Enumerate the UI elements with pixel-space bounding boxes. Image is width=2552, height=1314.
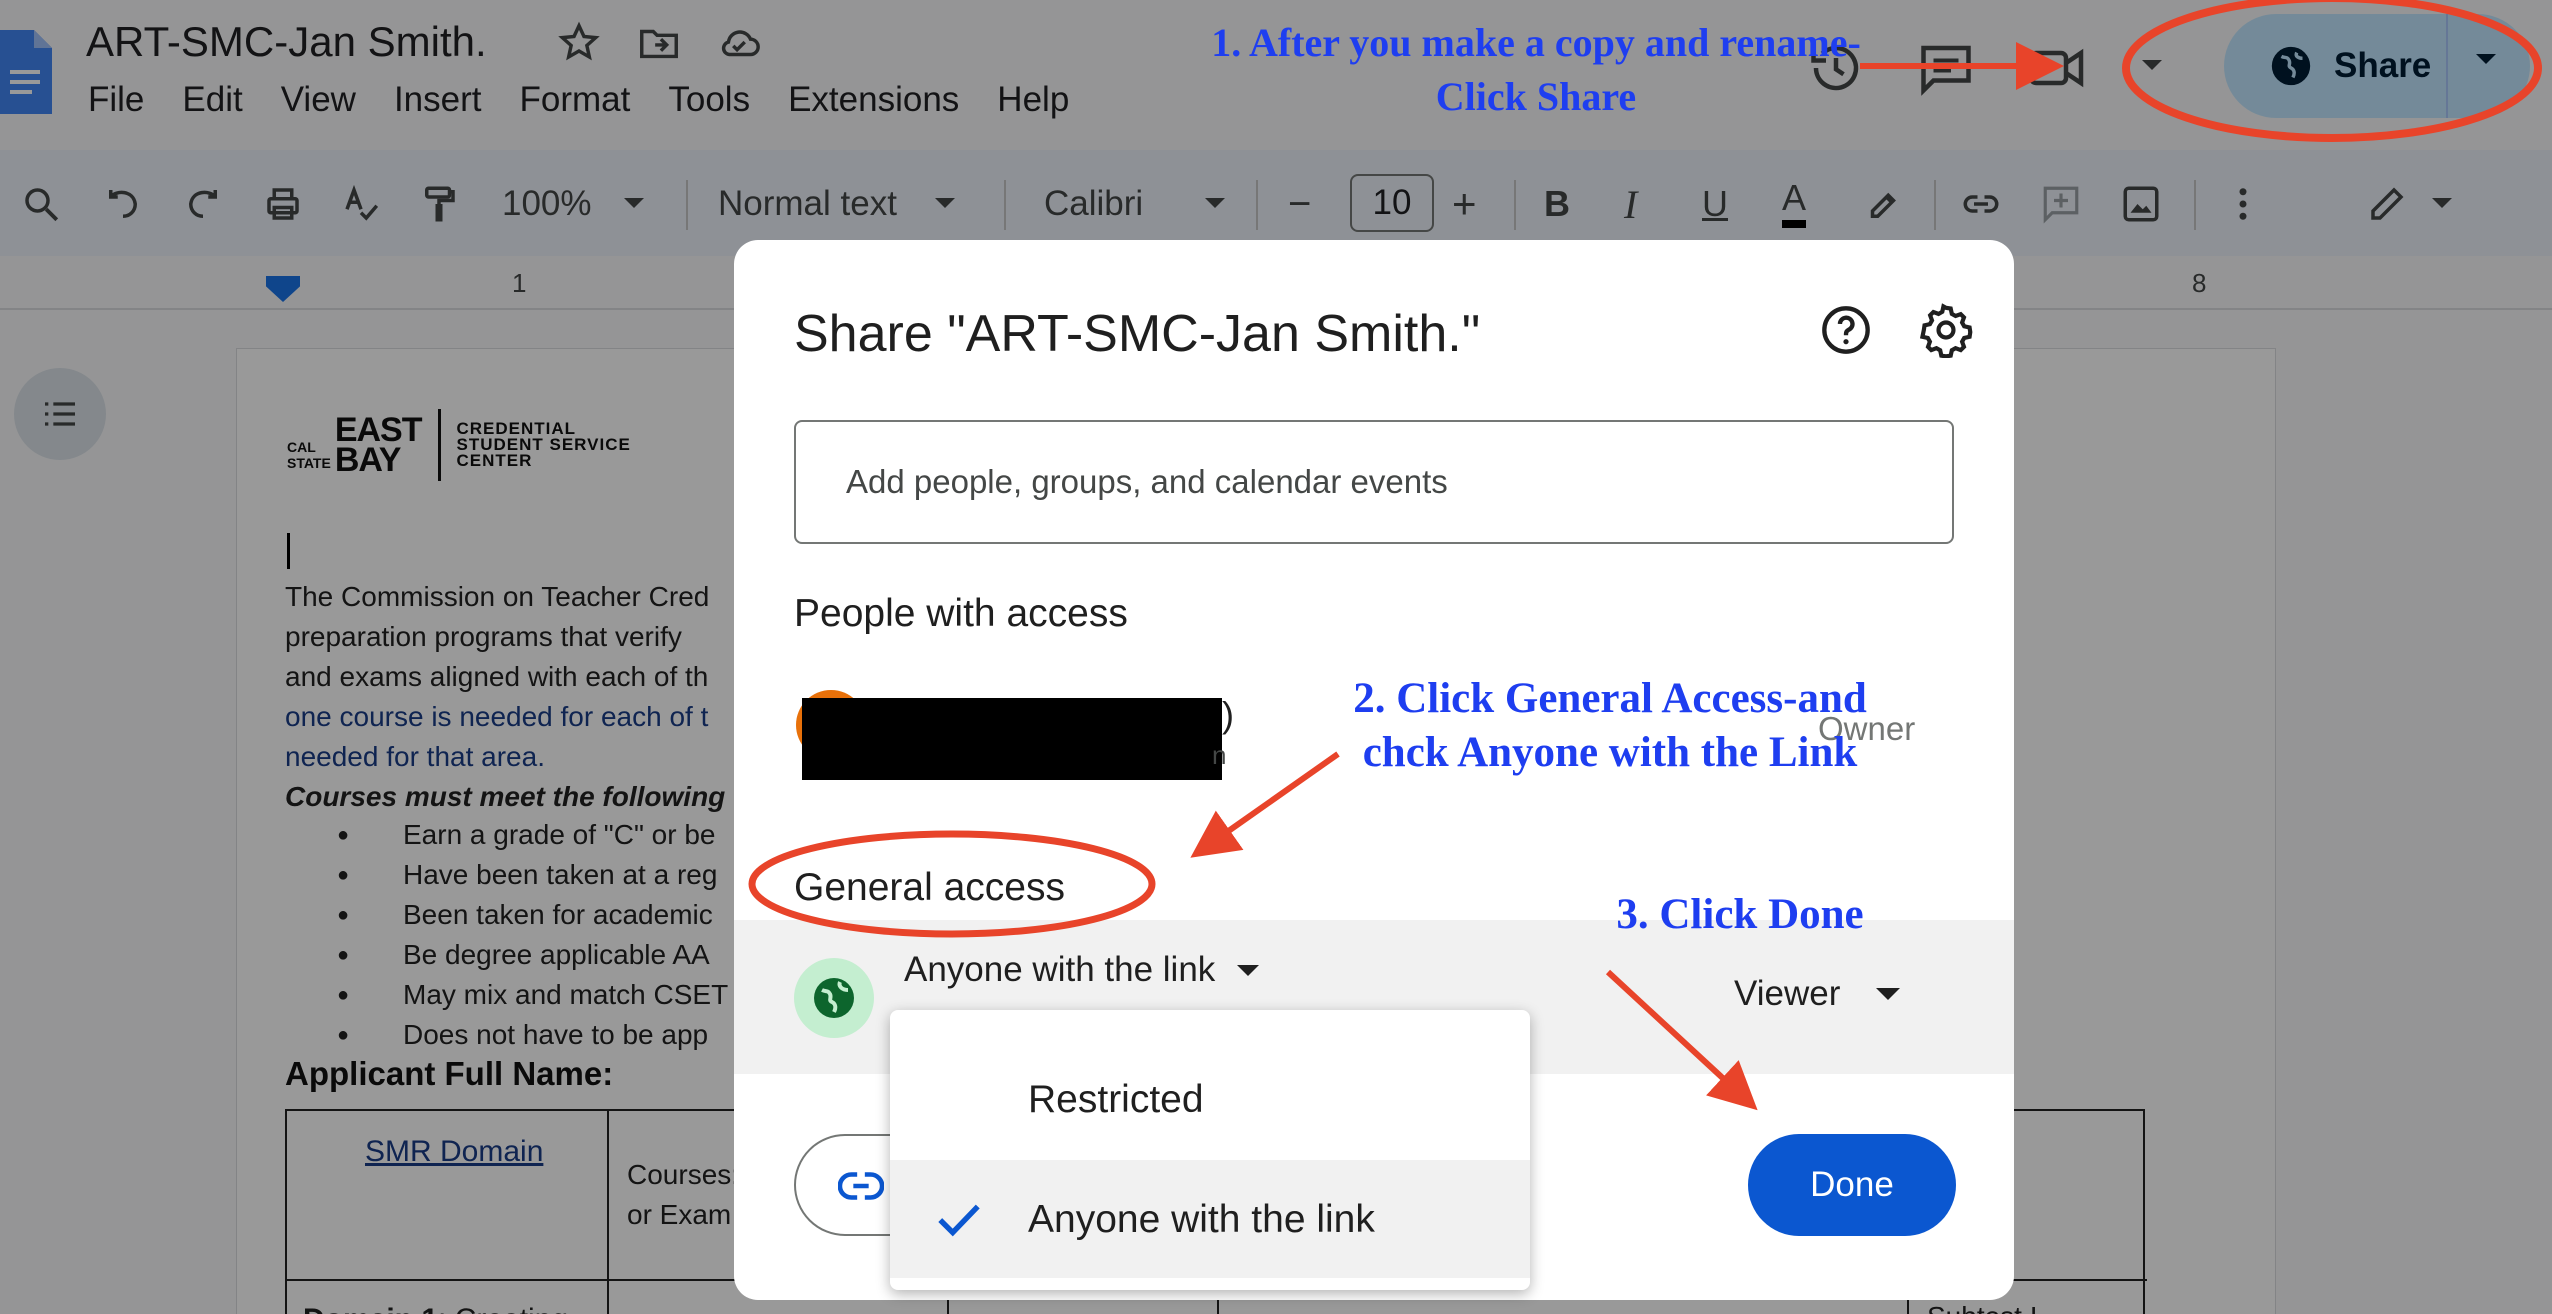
menu-item-restricted[interactable]: Restricted <box>890 1040 1530 1158</box>
annotation-step-1: 1. After you make a copy and rename- Cli… <box>1086 16 1986 124</box>
menu-item-label: Anyone with the link <box>1028 1198 1375 1241</box>
caret-down-icon <box>1237 964 1260 976</box>
check-icon <box>938 1204 980 1237</box>
link-icon <box>838 1172 884 1200</box>
help-icon[interactable] <box>1820 304 1872 356</box>
annotation-line: Click Share <box>1435 74 1637 119</box>
gear-icon[interactable] <box>1918 302 1974 358</box>
add-people-input[interactable] <box>794 420 1954 544</box>
user-name-tail: ) <box>1222 694 1234 735</box>
general-access-menu: Restricted Anyone with the link <box>890 1010 1530 1290</box>
done-button[interactable]: Done <box>1748 1134 1956 1236</box>
general-access-value: Anyone with the link <box>904 950 1216 989</box>
link-role-select[interactable]: Viewer <box>1734 974 1901 1014</box>
annotation-step-2: 2. Click General Access-and chck Anyone … <box>1330 672 1890 780</box>
caret-down-icon <box>1876 988 1901 1000</box>
dialog-title: Share "ART-SMC-Jan Smith." <box>794 305 1481 363</box>
link-role-value: Viewer <box>1734 974 1841 1013</box>
menu-item-label: Restricted <box>1028 1078 1204 1121</box>
annotation-line: 1. After you make a copy and rename- <box>1211 20 1861 65</box>
globe-badge <box>794 958 874 1038</box>
user-email-tail: n <box>1212 740 1227 770</box>
general-access-select[interactable]: Anyone with the link <box>904 950 1260 990</box>
annotation-step-3: 3. Click Done <box>1616 891 1864 938</box>
menu-item-anyone-with-link[interactable]: Anyone with the link <box>890 1160 1530 1278</box>
annotation-line: chck Anyone with the Link <box>1362 729 1858 776</box>
annotation-line: 2. Click General Access-and <box>1353 675 1867 722</box>
general-access-heading: General access <box>794 866 1065 909</box>
globe-icon <box>814 978 854 1018</box>
redacted-user-info <box>802 698 1222 780</box>
people-with-access-heading: People with access <box>794 592 1128 635</box>
